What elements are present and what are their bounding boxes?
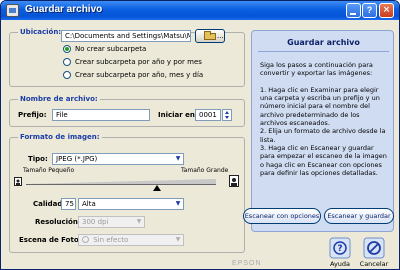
type-label: Tipo:	[28, 155, 48, 163]
spin-down-icon[interactable]	[225, 116, 229, 119]
scan-with-options-button[interactable]: Escanear con opciones	[243, 208, 321, 224]
minimize-button[interactable]	[346, 3, 361, 18]
title-bar[interactable]: Guardar archivo ? ×	[1, 1, 399, 20]
help-panel-divider	[258, 51, 389, 52]
scan-and-save-button[interactable]: Escanear y guardar	[324, 208, 394, 224]
radio-year-month-day[interactable]	[63, 71, 71, 79]
cancel-button-label[interactable]: Cancelar	[354, 260, 394, 268]
photo-scene-icon	[82, 236, 89, 243]
chevron-down-icon[interactable]: ▼	[173, 154, 183, 164]
svg-text:?: ?	[337, 244, 342, 254]
browse-dots: ...	[217, 32, 224, 40]
file-type-value: JPEG (*.JPG)	[56, 155, 98, 163]
resolution-value: 300 dpi	[82, 218, 109, 226]
help-panel-title: Guardar archivo	[287, 38, 360, 47]
app-icon	[6, 4, 19, 17]
size-small-label: Tamaño Pequeño	[23, 167, 75, 174]
quality-select[interactable]: Alta ▼	[78, 198, 184, 210]
radio-year-month[interactable]	[63, 58, 71, 66]
file-type-select[interactable]: JPEG (*.JPG) ▼	[52, 153, 184, 165]
location-label: Ubicación:	[18, 28, 64, 36]
help-panel-text: Siga los pasos a continuación para conve…	[260, 61, 387, 177]
photo-scene-label: Escena de Foto:	[19, 236, 82, 244]
quality-select-value: Alta	[82, 200, 96, 208]
folder-path-field[interactable]: C:\Documents and Settings\Matsu\Mis	[61, 30, 191, 42]
epson-logo: EPSON	[232, 260, 262, 267]
window-title: Guardar archivo	[25, 4, 103, 15]
radio-year-month-day-label: Crear subcarpeta por año, mes y día	[75, 71, 204, 79]
help-title-button[interactable]: ?	[362, 3, 377, 18]
radio-no-subfolder-label: No crear subcarpeta	[75, 45, 147, 53]
folder-icon	[204, 31, 216, 40]
close-button[interactable]: ×	[379, 3, 394, 18]
small-image-icon	[14, 177, 22, 186]
chevron-down-icon: ▼	[134, 217, 144, 227]
browse-button[interactable]: ...	[195, 29, 225, 43]
start-number-label: Iniciar en:	[158, 111, 198, 119]
radio-year-month-label: Crear subcarpeta por año y por mes	[75, 58, 202, 66]
prefix-label: Prefijo:	[18, 111, 47, 119]
radio-no-subfolder[interactable]	[63, 45, 71, 53]
start-number-spinner[interactable]	[222, 109, 232, 121]
resolution-label: Resolución:	[35, 218, 81, 226]
spin-up-icon[interactable]	[225, 111, 229, 114]
resolution-select: 300 dpi ▼	[78, 216, 145, 228]
large-image-icon	[229, 175, 239, 187]
size-slider-thumb[interactable]	[153, 185, 162, 191]
photo-scene-value: Sin efecto	[93, 236, 129, 244]
filename-label: Nombre de archivo:	[18, 95, 100, 103]
help-icon[interactable]: ?	[329, 237, 351, 259]
image-format-label: Formato de imagen:	[18, 133, 102, 141]
start-number-input[interactable]: 0001	[195, 109, 221, 121]
size-large-label: Tamaño Grande	[181, 167, 229, 174]
save-file-window: Guardar archivo ? × Ubicación: C:\Docume…	[0, 0, 400, 270]
quality-value[interactable]: 75	[61, 198, 76, 210]
photo-scene-select: Sin efecto ▼	[78, 234, 184, 246]
chevron-down-icon: ▼	[173, 235, 183, 245]
chevron-down-icon[interactable]: ▼	[173, 199, 183, 209]
help-panel: Guardar archivo Siga los pasos a continu…	[251, 30, 394, 232]
size-slider[interactable]	[26, 179, 216, 185]
cancel-icon[interactable]	[363, 237, 385, 259]
prefix-input[interactable]: File	[52, 109, 150, 121]
